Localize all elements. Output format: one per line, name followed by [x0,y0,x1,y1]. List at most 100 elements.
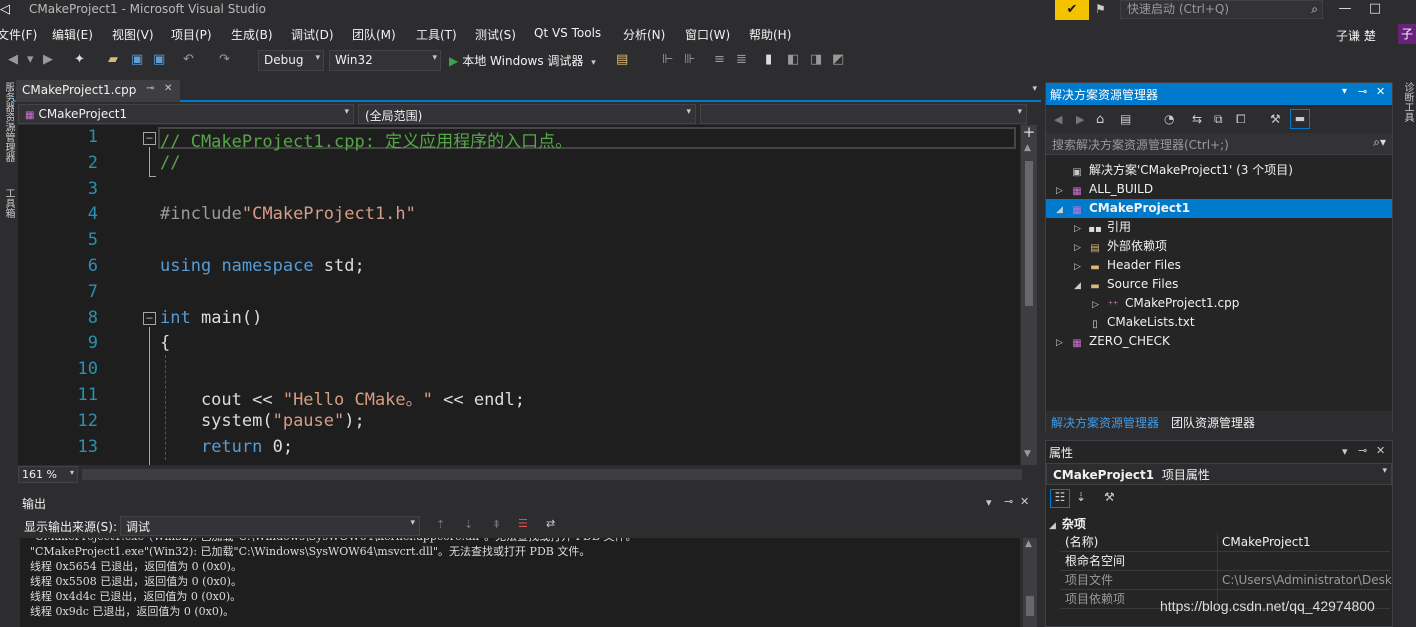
redo-icon[interactable]: ↷ [219,52,230,68]
property-pages-icon[interactable]: ⚒ [1104,490,1115,504]
navigate-back-icon[interactable]: ◀ [8,52,18,68]
toolbox-tab[interactable]: 工具箱 [1,188,16,218]
feedback-icon[interactable]: ⚑ [1095,2,1113,18]
maximize-button[interactable]: □ [1361,0,1389,20]
close-icon[interactable]: ✕ [1376,85,1385,98]
menu-debug[interactable]: 调试(D) [291,26,334,43]
diagnostic-tools-tab[interactable]: 诊断工具 [1400,82,1415,122]
properties-object-select[interactable]: CMakeProject1 项目属性 ▾ [1046,463,1392,485]
word-wrap-icon[interactable]: ⇄ [546,517,555,530]
tab-team-explorer[interactable]: 团队资源管理器 [1171,414,1255,431]
solution-tree-item[interactable]: ◢ ▬ Source Files [1046,275,1392,294]
solution-tree-item[interactable]: ▷ ▪▪ 引用 [1046,218,1392,237]
chevron-down-icon[interactable]: ▾ [1342,445,1348,458]
dropdown-arrow-icon[interactable]: ▾ [27,52,34,68]
avatar[interactable]: 子 [1398,24,1416,44]
chevron-down-icon[interactable]: ▾ [986,496,992,509]
pending-changes-filter-icon[interactable]: ◔ [1164,112,1174,126]
property-row[interactable]: (名称) CMakeProject1 [1060,533,1390,552]
comment-icon[interactable]: ≡ [714,52,725,68]
previous-bookmark-icon[interactable]: ◧ [787,52,799,68]
switch-views-icon[interactable]: ▤ [1120,112,1131,126]
menu-window[interactable]: 窗口(W) [685,26,730,43]
solution-search-input[interactable]: 搜索解决方案资源管理器(Ctrl+;) ⌕▾ [1046,133,1392,155]
go-to-previous-message-icon[interactable]: ⇡ [436,518,445,531]
save-icon[interactable]: ▣ [131,52,143,68]
preview-selected-items-icon[interactable]: ▬ [1290,109,1310,129]
menu-view[interactable]: 视图(V) [112,26,154,43]
clear-bookmarks-icon[interactable]: ◩ [832,52,844,68]
step-over-icon[interactable]: ⊪ [684,52,695,68]
chevron-down-icon[interactable]: ▾ [1342,86,1347,97]
menu-qt-vs-tools[interactable]: Qt VS Tools [534,26,601,40]
scrollbar-thumb[interactable] [1026,596,1034,616]
menu-project[interactable]: 项目(P) [171,26,212,43]
property-row[interactable]: 项目文件 C:\Users\Administrator\Deskto [1060,571,1392,590]
output-vertical-scrollbar[interactable]: ▲ [1023,538,1037,627]
categorized-icon[interactable]: ☷ [1050,489,1070,508]
editor-vertical-scrollbar[interactable]: + ▲ ▼ [1021,125,1037,465]
start-debugging-button[interactable]: ▶ 本地 Windows 调试器 ▾ [449,52,596,69]
save-all-icon[interactable]: ▣ [153,52,165,68]
menu-analyze[interactable]: 分析(N) [623,26,665,43]
menu-file[interactable]: 文件(F) [0,26,37,43]
solution-tree-item[interactable]: ▷ ▦ ALL_BUILD [1046,180,1392,199]
solution-tree-item[interactable]: ▷ ▦ ZERO_CHECK [1046,332,1392,351]
collapse-region-icon[interactable]: − [143,132,156,145]
go-to-next-message-icon[interactable]: ⇣ [464,518,473,531]
wrench-icon[interactable]: ⚒ [1270,112,1281,126]
collapse-region-icon[interactable]: − [143,312,156,325]
tab-cmakeproject1-cpp[interactable]: CMakeProject1.cpp ⊸ ✕ [16,80,180,102]
menu-edit[interactable]: 编辑(E) [52,26,93,43]
split-editor-button[interactable]: + [1022,125,1036,141]
solution-tree-item[interactable]: ▷ ▬ Header Files [1046,256,1392,275]
alphabetical-icon[interactable]: ⇣ [1076,490,1086,504]
tab-solution-explorer[interactable]: 解决方案资源管理器 [1051,414,1159,431]
solution-tree-item[interactable]: ▷ ⁺⁺ CMakeProject1.cpp [1046,294,1392,313]
scroll-down-icon[interactable]: ▼ [1024,449,1031,459]
navigate-forward-icon[interactable]: ▶ [43,52,53,68]
output-source-select[interactable]: 调试 ▾ [120,516,420,536]
project-scope-select[interactable]: ▦ CMakeProject1 ▾ [18,104,354,124]
sync-with-document-icon[interactable]: ⇆ [1192,112,1202,126]
solution-platform-select[interactable]: Win32 ▾ [329,50,441,71]
menu-team[interactable]: 团队(M) [352,26,396,43]
pin-icon[interactable]: ⊸ [1358,85,1367,98]
uncomment-icon[interactable]: ≣ [736,52,747,68]
editor-horizontal-scrollbar[interactable] [82,469,1022,480]
show-all-files-icon[interactable]: ⧠ [1236,112,1246,127]
scroll-up-icon[interactable]: ▲ [1024,143,1031,153]
next-bookmark-icon[interactable]: ◨ [810,52,822,68]
close-icon[interactable]: ✕ [1376,444,1385,457]
pin-icon[interactable]: ⊸ [146,83,154,94]
forward-icon[interactable]: ▶ [1076,113,1084,126]
undo-icon[interactable]: ↶ [183,52,194,68]
solution-tree-item[interactable]: ◢ ▦ CMakeProject1 [1046,199,1392,218]
member-scope-select[interactable]: ▾ [700,104,1027,124]
bookmark-icon[interactable]: ▮ [765,52,772,68]
solution-tree-item[interactable]: ▷ ▤ 外部依赖项 [1046,237,1392,256]
new-project-icon[interactable]: ✦ [74,52,85,68]
close-icon[interactable]: ✕ [164,83,172,94]
menu-tools[interactable]: 工具(T) [416,26,457,43]
open-file-icon[interactable]: ▰ [108,52,118,68]
properties-category[interactable]: ◢ 杂项 [1049,515,1086,532]
menu-build[interactable]: 生成(B) [231,26,273,43]
find-in-files-icon[interactable]: ▤ [616,52,628,68]
expand-toggle-icon[interactable]: ▷ [1056,334,1070,353]
solution-tree-item[interactable]: ▯ CMakeLists.txt [1046,313,1392,332]
quick-launch-input[interactable]: 快速启动 (Ctrl+Q) ⌕ [1120,0,1323,19]
user-name[interactable]: 子谦 楚 [1336,27,1376,44]
solution-configuration-select[interactable]: Debug ▾ [258,50,324,71]
back-icon[interactable]: ◀ [1054,113,1062,126]
tab-overflow-icon[interactable]: ▾ [1032,84,1037,94]
solution-tree-item[interactable]: ▣ 解决方案'CMakeProject1' (3 个项目) [1046,161,1392,180]
collapse-all-icon[interactable]: ⧉ [1214,112,1223,127]
menu-test[interactable]: 测试(S) [475,26,516,43]
zoom-select[interactable]: 161 % ▾ [18,466,78,483]
pin-icon[interactable]: ⊸ [1358,444,1367,457]
output-text[interactable]: "CMakeProject1.exe"(Win32): 已加载"C:\Windo… [20,538,1020,627]
step-icon[interactable]: ⊩ [662,52,673,68]
code-editor[interactable]: 1 // CMakeProject1.cpp: 定义应用程序的入口点。 2 // 3 4 #… [18,125,1020,465]
close-icon[interactable]: ✕ [1020,495,1029,508]
